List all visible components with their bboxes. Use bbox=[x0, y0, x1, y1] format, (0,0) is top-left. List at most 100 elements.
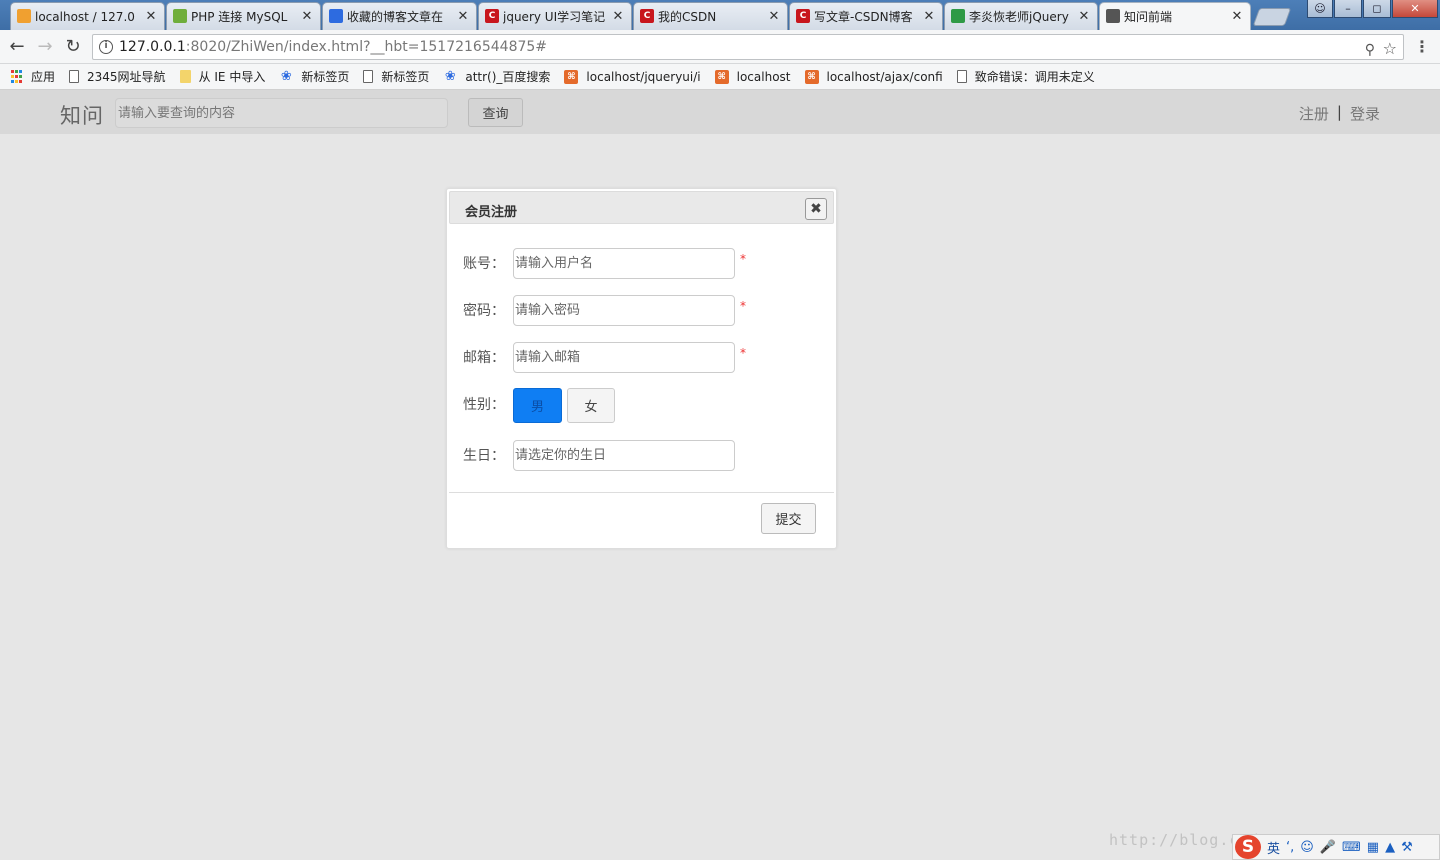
browser-menu-icon[interactable]: ⋮ bbox=[1414, 38, 1430, 58]
sogou-logo-icon[interactable]: S bbox=[1235, 835, 1261, 859]
h5-icon: ⌘ bbox=[564, 69, 579, 84]
csdn-icon: C bbox=[796, 9, 810, 23]
site-logo[interactable]: 知问 bbox=[60, 100, 104, 130]
folder-icon bbox=[179, 70, 191, 83]
minimize-button[interactable]: – bbox=[1334, 0, 1362, 18]
browser-tab[interactable]: C 写文章-CSDN博客 ✕ bbox=[789, 2, 943, 30]
gender-female-button[interactable]: 女 bbox=[567, 388, 615, 423]
bookmark-label: localhost/jqueryui/i bbox=[586, 69, 701, 84]
apps-icon bbox=[10, 70, 23, 84]
page-icon bbox=[69, 70, 80, 83]
profile-icon[interactable]: ☺ bbox=[1307, 0, 1333, 18]
tab-close-icon[interactable]: ✕ bbox=[1230, 9, 1244, 24]
email-row: 邮箱： * bbox=[463, 341, 746, 373]
birthday-input[interactable] bbox=[513, 439, 735, 471]
tab-title: 李炎恢老师jQuery bbox=[969, 10, 1069, 24]
tab-close-icon[interactable]: ✕ bbox=[611, 9, 625, 24]
browser-tab[interactable]: PHP 连接 MySQL ✕ bbox=[166, 2, 321, 30]
tab-title: 我的CSDN bbox=[658, 10, 717, 24]
page-icon bbox=[956, 70, 967, 83]
site-header: 知问 查询 注册 | 登录 bbox=[0, 90, 1440, 134]
account-label: 账号： bbox=[463, 256, 505, 272]
zoom-icon[interactable]: ⚲ bbox=[1365, 38, 1375, 62]
bookmark-item[interactable]: 从 IE 中导入 bbox=[179, 68, 265, 85]
auth-links: 注册 | 登录 bbox=[1299, 103, 1380, 124]
bookmark-item[interactable]: ❀ 新标签页 bbox=[279, 68, 349, 85]
bookmark-label: localhost/ajax/confi bbox=[826, 69, 943, 84]
bookmark-item[interactable]: 应用 bbox=[10, 68, 55, 85]
browser-tab[interactable]: Cjquery UI学习笔记 ✕ bbox=[478, 2, 632, 30]
tab-title: 知问前端 bbox=[1124, 10, 1173, 24]
required-mark: * bbox=[740, 346, 746, 360]
address-path: :8020/ZhiWen/index.html?__hbt=1517216544… bbox=[185, 39, 548, 55]
tab-close-icon[interactable]: ✕ bbox=[922, 9, 936, 24]
maximize-button[interactable]: ◻ bbox=[1363, 0, 1391, 18]
required-mark: * bbox=[740, 299, 746, 313]
paw-icon: ❀ bbox=[444, 69, 456, 84]
browser-tab[interactable]: C 我的CSDN ✕ bbox=[633, 2, 788, 30]
register-dialog: 会员注册 ✖ 账号： * 密码： * 邮箱： * 性别： 男 女 生日： 提交 bbox=[446, 188, 837, 549]
keyboard-icon[interactable]: ⌨ bbox=[1342, 840, 1361, 855]
browser-tab[interactable]: 李炎恢老师jQuery ✕ bbox=[944, 2, 1098, 30]
ime-toolbar: S 英 ‘, ☺ 🎤 ⌨ ▦ ▲ ⚒ bbox=[1232, 834, 1440, 860]
auth-separator: | bbox=[1336, 103, 1342, 121]
birthday-label: 生日： bbox=[463, 448, 505, 464]
emoji-icon[interactable]: ☺ bbox=[1300, 840, 1314, 855]
tab-title: jquery UI学习笔记 bbox=[503, 10, 606, 24]
submit-button[interactable]: 提交 bbox=[761, 503, 816, 534]
register-link[interactable]: 注册 bbox=[1299, 103, 1329, 124]
dialog-titlebar[interactable]: 会员注册 ✖ bbox=[449, 191, 834, 224]
close-icon[interactable]: ✖ bbox=[805, 198, 827, 220]
gender-male-button[interactable]: 男 bbox=[513, 388, 562, 423]
h5-icon: ⌘ bbox=[714, 69, 729, 84]
tab-title: PHP 连接 MySQL bbox=[191, 10, 288, 24]
browser-tab[interactable]: localhost / 127.0 ✕ bbox=[10, 2, 165, 30]
birthday-row: 生日： bbox=[463, 439, 735, 471]
new-tab-button[interactable] bbox=[1252, 8, 1292, 26]
wrench-icon[interactable]: ⚒ bbox=[1401, 840, 1413, 855]
tab-close-icon[interactable]: ✕ bbox=[456, 9, 470, 24]
login-link[interactable]: 登录 bbox=[1350, 103, 1380, 124]
password-label: 密码： bbox=[463, 303, 505, 319]
bookmark-item[interactable]: ⌘ localhost/jqueryui/i bbox=[564, 69, 701, 84]
search-input[interactable] bbox=[115, 98, 448, 128]
window-close-button[interactable]: ✕ bbox=[1392, 0, 1438, 18]
bookmark-star-icon[interactable]: ☆ bbox=[1383, 37, 1397, 61]
address-host: 127.0.0.1 bbox=[119, 39, 186, 55]
account-input[interactable] bbox=[513, 247, 735, 279]
bookmark-label: attr()_百度搜索 bbox=[465, 70, 551, 84]
tab-close-icon[interactable]: ✕ bbox=[767, 9, 781, 24]
grid-icon[interactable]: ▦ bbox=[1367, 840, 1379, 855]
punctuation-icon[interactable]: ‘, bbox=[1286, 840, 1294, 855]
browser-tab[interactable]: 收藏的博客文章在 ✕ bbox=[322, 2, 477, 30]
site-info-icon[interactable]: i bbox=[99, 40, 113, 54]
bookmark-label: 新标签页 bbox=[381, 70, 430, 84]
microphone-icon[interactable]: 🎤 bbox=[1320, 840, 1336, 855]
ime-mode[interactable]: 英 bbox=[1267, 838, 1280, 857]
back-arrow-icon[interactable]: ← bbox=[6, 36, 28, 58]
tab-close-icon[interactable]: ✕ bbox=[300, 9, 314, 24]
tab-close-icon[interactable]: ✕ bbox=[144, 9, 158, 24]
bookmark-item[interactable]: ❀ attr()_百度搜索 bbox=[443, 68, 551, 85]
address-bar[interactable]: i 127.0.0.1:8020/ZhiWen/index.html?__hbt… bbox=[92, 34, 1404, 60]
h5-icon: ⌘ bbox=[804, 69, 819, 84]
email-input[interactable] bbox=[513, 341, 735, 373]
bookmark-item[interactable]: ⌘ localhost/ajax/confi bbox=[804, 69, 943, 84]
dialog-footer-divider bbox=[449, 492, 834, 493]
bookmark-item[interactable]: 致命错误：调用未定义 bbox=[956, 68, 1095, 85]
shirt-icon[interactable]: ▲ bbox=[1385, 840, 1395, 855]
bookmark-item[interactable]: ⌘ localhost bbox=[714, 69, 791, 84]
window-controls: ☺ – ◻ ✕ bbox=[1307, 0, 1438, 18]
tab-close-icon[interactable]: ✕ bbox=[1077, 9, 1091, 24]
reload-icon[interactable]: ↻ bbox=[62, 36, 84, 58]
paw-icon: ❀ bbox=[280, 69, 292, 84]
tab-title: localhost / 127.0 bbox=[35, 9, 135, 24]
search-button[interactable]: 查询 bbox=[468, 98, 523, 127]
book-icon bbox=[951, 9, 965, 23]
bookmark-label: localhost bbox=[736, 69, 791, 84]
browser-tab[interactable]: 知问前端 ✕ bbox=[1099, 2, 1251, 30]
password-input[interactable] bbox=[513, 294, 735, 326]
forward-arrow-icon[interactable]: → bbox=[34, 36, 56, 58]
bookmark-item[interactable]: 2345网址导航 bbox=[69, 68, 166, 85]
bookmark-item[interactable]: 新标签页 bbox=[363, 68, 429, 85]
